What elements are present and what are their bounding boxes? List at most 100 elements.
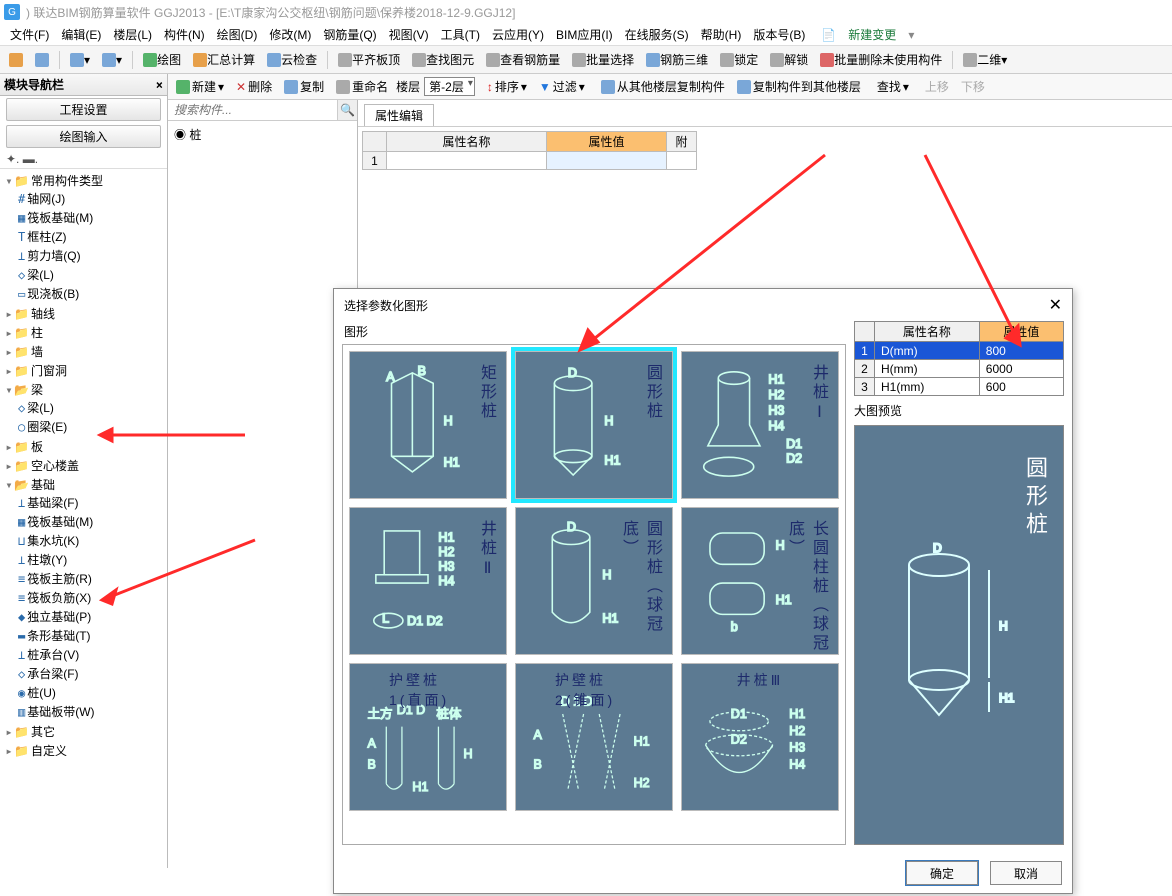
thumb-long-circle-pile[interactable]: 长圆柱桩（球冠底） HH1b — [681, 507, 839, 655]
menu-online[interactable]: 在线服务(S) — [619, 24, 695, 45]
tree-capbeam[interactable]: 承台梁(F) — [27, 667, 78, 681]
thumb-wall-pile-2[interactable]: 护壁桩2(锥面) D 1 DABH1H2 — [515, 663, 673, 811]
close-icon[interactable]: × — [156, 78, 163, 92]
menu-version[interactable]: 版本号(B) — [747, 24, 811, 45]
tb-summary[interactable]: 汇总计算 — [188, 48, 260, 71]
menu-file[interactable]: 文件(F) — [4, 24, 55, 45]
tree-foundation[interactable]: 基础 — [31, 478, 55, 492]
search-button[interactable]: 🔍 — [337, 100, 357, 120]
tree-slab2[interactable]: 板 — [31, 440, 43, 454]
tree-col[interactable]: 框柱(Z) — [27, 230, 66, 244]
tree-axisline[interactable]: 轴线 — [31, 307, 55, 321]
tree-raft2[interactable]: 筏板基础(M) — [27, 515, 93, 529]
param-table[interactable]: 属性名称属性值 1D(mm)800 2H(mm)6000 3H1(mm)600 — [854, 321, 1064, 396]
tree-wall[interactable]: 剪力墙(Q) — [27, 249, 80, 263]
tb2-rename[interactable]: 重命名 — [332, 76, 392, 97]
tb-viewbar[interactable]: 查看钢筋量 — [481, 48, 565, 71]
list-item[interactable]: ◉ 桩 — [172, 125, 353, 144]
tb2-copy[interactable]: 复制 — [280, 76, 328, 97]
tb-rebar3d[interactable]: 钢筋三维 — [641, 48, 713, 71]
tree-beam2[interactable]: 梁 — [31, 383, 43, 397]
menu-component[interactable]: 构件(N) — [158, 24, 211, 45]
tb-cloud[interactable]: 云检查 — [262, 48, 322, 71]
tree-custom[interactable]: 自定义 — [31, 744, 67, 758]
tb2-copyto[interactable]: 复制构件到其他楼层 — [733, 76, 865, 97]
tb-dim[interactable]: 二维▾ — [958, 48, 1012, 71]
menu-tool[interactable]: 工具(T) — [435, 24, 486, 45]
tb-lock[interactable]: 锁定 — [715, 48, 763, 71]
tree-other[interactable]: 其它 — [31, 725, 55, 739]
thumbnail-scroll[interactable]: 矩形桩 ABHH1 圆形桩 DHH1 井桩Ⅰ H1H2H3H4D1D2 — [342, 344, 846, 845]
tree-raftneg[interactable]: 筏板负筋(X) — [27, 591, 91, 605]
tb2-down[interactable]: 下移 — [957, 76, 989, 97]
menu-rebar[interactable]: 钢筋量(Q) — [317, 24, 382, 45]
tree-ringbeam[interactable]: 圈梁(E) — [27, 420, 67, 434]
tree-raftmain[interactable]: 筏板主筋(R) — [27, 572, 92, 586]
tree-pile[interactable]: 桩(U) — [27, 686, 56, 700]
tree-pilecap[interactable]: 桩承台(V) — [27, 648, 79, 662]
tree-column[interactable]: 柱 — [31, 326, 43, 340]
tb2-up[interactable]: 上移 — [921, 76, 953, 97]
tab-project-settings[interactable]: 工程设置 — [6, 98, 161, 121]
tree-beam[interactable]: 梁(L) — [27, 268, 54, 282]
tree-root[interactable]: 常用构件类型 — [31, 174, 103, 188]
property-grid[interactable]: 属性名称 属性值 附 1 — [362, 131, 697, 170]
tb-redo[interactable]: ▾ — [97, 50, 127, 70]
thumb-rect-pile[interactable]: 矩形桩 ABHH1 — [349, 351, 507, 499]
tb2-copyfrom[interactable]: 从其他楼层复制构件 — [597, 76, 729, 97]
tb2-sort[interactable]: ↕排序▾ — [483, 76, 531, 97]
tree-slab[interactable]: 现浇板(B) — [27, 287, 79, 301]
dialog-close-button[interactable]: ✕ — [1049, 295, 1062, 315]
component-tree[interactable]: ▾📁常用构件类型 #轴网(J) ▦筏板基础(M) T框柱(Z) ⊥剪力墙(Q) … — [0, 169, 167, 868]
thumb-circle-pile[interactable]: 圆形桩 DHH1 — [515, 351, 673, 499]
menu-help[interactable]: 帮助(H) — [695, 24, 748, 45]
dropdown-icon[interactable]: ▾ — [902, 26, 920, 44]
tb-undo[interactable]: ▾ — [65, 50, 95, 70]
tb-flat[interactable]: 平齐板顶 — [333, 48, 405, 71]
menu-floor[interactable]: 楼层(L) — [107, 24, 158, 45]
tree-fbeam[interactable]: 基础梁(F) — [27, 496, 78, 510]
tb-batchdel[interactable]: 批量删除未使用构件 — [815, 48, 947, 71]
tree-sump[interactable]: 集水坑(K) — [27, 534, 79, 548]
collapse-icon[interactable]: ▬. — [23, 152, 38, 166]
table-row[interactable]: 2H(mm)6000 — [855, 360, 1064, 378]
expand-icon[interactable]: ✦. — [6, 152, 19, 166]
menu-view[interactable]: 视图(V) — [383, 24, 435, 45]
menu-modify[interactable]: 修改(M) — [263, 24, 317, 45]
menu-cloud[interactable]: 云应用(Y) — [486, 24, 550, 45]
ok-button[interactable]: 确定 — [906, 861, 978, 885]
search-input[interactable] — [168, 100, 337, 120]
tb-save[interactable] — [30, 50, 54, 70]
thumb-circle-pile-sphere[interactable]: 圆形桩（球冠底） DHH1 — [515, 507, 673, 655]
tb-draw[interactable]: 绘图 — [138, 48, 186, 71]
tb-viewel[interactable]: 查找图元 — [407, 48, 479, 71]
tb-unlock[interactable]: 解锁 — [765, 48, 813, 71]
thumb-wall-pile-1[interactable]: 护壁桩1(直面) 土方桩体D1 DABHH1 — [349, 663, 507, 811]
table-row[interactable]: 3H1(mm)600 — [855, 378, 1064, 396]
menu-bim[interactable]: BIM应用(I) — [550, 24, 619, 45]
cancel-button[interactable]: 取消 — [990, 861, 1062, 885]
table-row[interactable]: 1D(mm)800 — [855, 342, 1064, 360]
menu-edit[interactable]: 编辑(E) — [55, 24, 107, 45]
tree-axis[interactable]: 轴网(J) — [27, 192, 65, 206]
tab-property-edit[interactable]: 属性编辑 — [364, 104, 434, 126]
tb-open[interactable] — [4, 50, 28, 70]
tree-beamL[interactable]: 梁(L) — [27, 401, 54, 415]
menu-draw[interactable]: 绘图(D) — [211, 24, 264, 45]
thumb-well-pile-1[interactable]: 井桩Ⅰ H1H2H3H4D1D2 — [681, 351, 839, 499]
thumb-well-pile-2[interactable]: 井桩Ⅱ LD1 D2H1H2H3H4 — [349, 507, 507, 655]
menu-newchange[interactable]: 新建变更 — [842, 24, 902, 45]
tb2-new[interactable]: 新建▾ — [172, 76, 228, 97]
tb2-find[interactable]: 查找▾ — [873, 76, 913, 97]
tb2-del[interactable]: ✕删除 — [232, 76, 276, 97]
floor-dropdown[interactable]: 第-2层 — [424, 77, 475, 96]
tree-indep[interactable]: 独立基础(P) — [27, 610, 91, 624]
tree-wall2[interactable]: 墙 — [31, 345, 43, 359]
tree-strip[interactable]: 条形基础(T) — [27, 629, 90, 643]
tree-hollow[interactable]: 空心楼盖 — [31, 459, 79, 473]
tree-raft[interactable]: 筏板基础(M) — [27, 211, 93, 225]
tree-door[interactable]: 门窗洞 — [31, 364, 67, 378]
tab-draw-input[interactable]: 绘图输入 — [6, 125, 161, 148]
tree-pier[interactable]: 柱墩(Y) — [27, 553, 67, 567]
thumb-well-pile-3[interactable]: 井桩Ⅲ D1D2H1H2H3H4 — [681, 663, 839, 811]
